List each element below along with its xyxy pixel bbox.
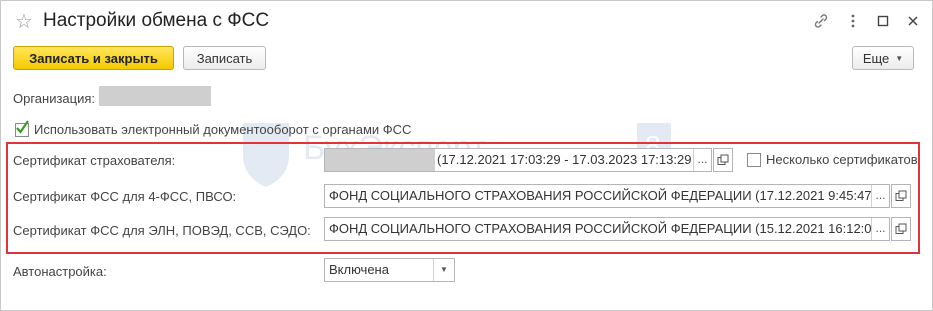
more-menu-icon[interactable] (843, 11, 863, 31)
insurer-cert-select-button[interactable]: ... (693, 149, 711, 171)
more-button[interactable]: Еще ▼ (852, 46, 914, 70)
close-icon[interactable] (903, 11, 923, 31)
checkmark-icon (16, 120, 29, 134)
save-and-close-button[interactable]: Записать и закрыть (13, 46, 174, 70)
fss-cert-4fss-value: ФОНД СОЦИАЛЬНОГО СТРАХОВАНИЯ РОССИЙСКОЙ … (329, 188, 872, 203)
fss-cert-eln-field[interactable]: ФОНД СОЦИАЛЬНОГО СТРАХОВАНИЯ РОССИЙСКОЙ … (324, 217, 890, 241)
fss-cert-eln-label: Сертификат ФСС для ЭЛН, ПОВЭД, ССВ, СЭДО… (13, 223, 311, 238)
save-button[interactable]: Записать (183, 46, 266, 70)
fss-cert-4fss-field[interactable]: ФОНД СОЦИАЛЬНОГО СТРАХОВАНИЯ РОССИЙСКОЙ … (324, 184, 890, 208)
insurer-cert-open-button[interactable] (713, 148, 733, 172)
autosetup-label: Автонастройка: (13, 264, 107, 279)
multi-cert-checkbox[interactable] (747, 153, 761, 167)
window-title: Настройки обмена с ФСС (43, 10, 270, 31)
insurer-cert-owner-redacted (325, 149, 435, 171)
organization-label: Организация: (13, 91, 96, 106)
autosetup-select[interactable]: Включена ▼ (324, 258, 455, 282)
insurer-cert-label: Сертификат страхователя: (13, 153, 176, 168)
organization-field[interactable] (99, 86, 211, 106)
edo-checkbox[interactable] (15, 120, 29, 137)
open-window-icon (717, 154, 729, 165)
link-icon[interactable] (811, 11, 831, 31)
fss-cert-eln-select-button[interactable]: ... (871, 218, 889, 240)
open-window-icon (895, 190, 907, 201)
insurer-cert-field[interactable]: (17.12.2021 17:03:29 - 17.03.2023 17:13:… (324, 148, 712, 172)
fss-cert-4fss-label: Сертификат ФСС для 4-ФСС, ПВСО: (13, 189, 237, 204)
fss-cert-eln-value: ФОНД СОЦИАЛЬНОГО СТРАХОВАНИЯ РОССИЙСКОЙ … (329, 221, 872, 236)
insurer-cert-value: (17.12.2021 17:03:29 - 17.03.2023 17:13:… (437, 152, 692, 167)
settings-window: ☆ Настройки обмена с ФСС Записать и закр… (0, 0, 933, 311)
autosetup-value: Включена (329, 262, 389, 277)
fss-cert-4fss-open-button[interactable] (891, 184, 911, 208)
chevron-down-icon[interactable]: ▼ (433, 259, 454, 281)
multi-cert-label: Несколько сертификатов (766, 152, 918, 167)
edo-checkbox-label: Использовать электронный документооборот… (34, 122, 412, 137)
favorite-star-icon[interactable]: ☆ (15, 9, 33, 34)
maximize-icon[interactable] (873, 11, 893, 31)
fss-cert-eln-open-button[interactable] (891, 217, 911, 241)
open-window-icon (895, 223, 907, 234)
more-button-label: Еще (862, 50, 890, 66)
fss-cert-4fss-select-button[interactable]: ... (871, 185, 889, 207)
chevron-down-icon: ▼ (895, 53, 904, 63)
